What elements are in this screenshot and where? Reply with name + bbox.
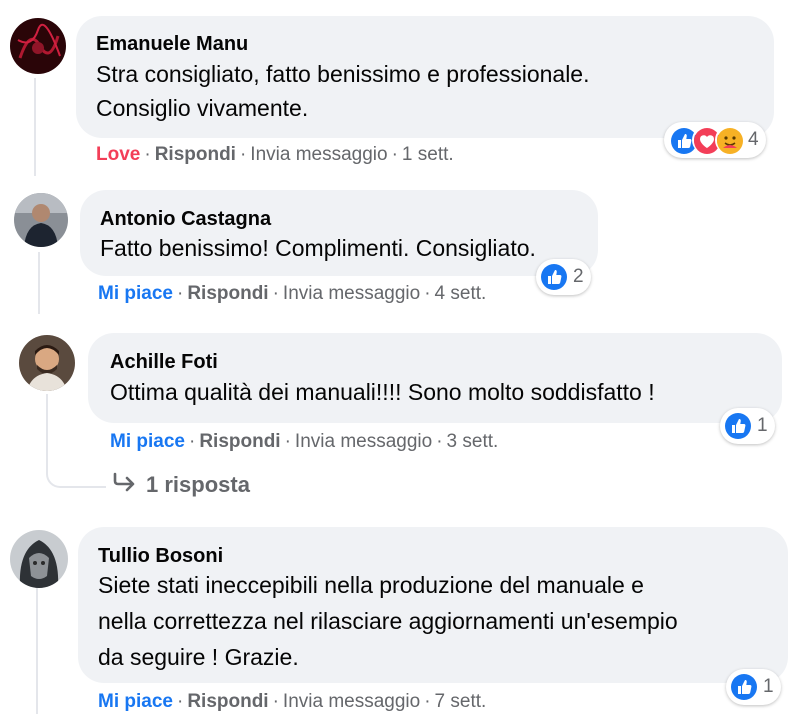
separator: · — [436, 431, 443, 452]
separator: · — [424, 283, 431, 304]
avatar[interactable] — [10, 530, 68, 588]
separator: · — [284, 431, 291, 452]
separator: · — [144, 144, 151, 165]
comment-actions: Mi piace · Rispondi · Invia messaggio · 3 sett… — [110, 431, 498, 453]
reaction-summary[interactable]: 4 — [664, 122, 766, 158]
comment-text-line: Siete stati ineccepibili nella produzion… — [98, 572, 644, 598]
comment-text-line: nella correttezza nel rilasciare aggiorn… — [98, 608, 678, 634]
comment-text-line: Stra consigliato, fatto benissimo e prof… — [96, 61, 590, 87]
reply-thread-connector — [46, 440, 106, 488]
avatar[interactable] — [14, 193, 68, 247]
reaction-summary[interactable]: 1 — [720, 408, 775, 444]
send-message-link[interactable]: Invia messaggio — [250, 144, 387, 165]
comment-author[interactable]: Tullio Bosoni — [98, 545, 223, 568]
comment-author[interactable]: Antonio Castagna — [100, 208, 271, 231]
reaction-count: 2 — [573, 266, 584, 287]
like-reaction-icon — [541, 264, 567, 290]
replies-count-label: 1 risposta — [146, 472, 250, 497]
comment-author[interactable]: Emanuele Manu — [96, 33, 248, 56]
thread-line — [34, 78, 36, 176]
separator: · — [272, 691, 279, 712]
comment-actions: Mi piace · Rispondi · Invia messaggio · 7 sett… — [98, 691, 486, 713]
thread-line — [36, 588, 38, 714]
send-message-link[interactable]: Invia messaggio — [295, 431, 432, 452]
comment-timestamp[interactable]: 1 sett. — [402, 144, 454, 165]
like-reaction-icon — [725, 413, 751, 439]
separator: · — [391, 144, 398, 165]
comment-timestamp[interactable]: 7 sett. — [435, 691, 487, 712]
comment-text-line: Ottima qualità dei manuali!!!! Sono molt… — [110, 379, 655, 405]
comment-timestamp[interactable]: 4 sett. — [435, 283, 487, 304]
comment-actions: Love · Rispondi · Invia messaggio · 1 sett. — [96, 144, 454, 166]
view-replies-link[interactable]: 1 risposta — [112, 472, 250, 498]
separator: · — [188, 431, 196, 452]
reaction-count: 1 — [763, 676, 774, 697]
comment-text-line: Fatto benissimo! Complimenti. Consigliat… — [100, 235, 536, 261]
separator: · — [239, 144, 247, 165]
avatar[interactable] — [10, 18, 66, 74]
reply-button[interactable]: Rispondi — [187, 691, 268, 712]
like-button[interactable]: Mi piace — [98, 691, 173, 712]
comment-actions: Mi piace · Rispondi · Invia messaggio · 4 sett… — [98, 283, 486, 305]
like-button[interactable]: Mi piace — [110, 431, 185, 452]
separator: · — [272, 283, 279, 304]
reaction-summary[interactable]: 2 — [536, 259, 591, 295]
send-message-link[interactable]: Invia messaggio — [283, 283, 420, 304]
love-button[interactable]: Love — [96, 144, 140, 165]
comment-author[interactable]: Achille Foti — [110, 351, 218, 374]
reaction-count: 4 — [748, 129, 759, 150]
send-message-link[interactable]: Invia messaggio — [283, 691, 420, 712]
care-reaction-icon — [715, 126, 743, 154]
reply-arrow-icon — [112, 472, 136, 498]
comment-timestamp[interactable]: 3 sett. — [447, 431, 499, 452]
reply-button[interactable]: Rispondi — [199, 431, 280, 452]
thread-line — [38, 252, 40, 314]
separator: · — [424, 691, 431, 712]
like-reaction-icon — [731, 674, 757, 700]
reaction-summary[interactable]: 1 — [726, 669, 781, 705]
avatar[interactable] — [19, 335, 75, 391]
separator: · — [176, 691, 184, 712]
reaction-count: 1 — [757, 415, 768, 436]
reply-button[interactable]: Rispondi — [155, 144, 236, 165]
comment-text-line: da seguire ! Grazie. — [98, 644, 299, 670]
comment-text-line: Consiglio vivamente. — [96, 95, 309, 121]
reply-button[interactable]: Rispondi — [187, 283, 268, 304]
separator: · — [176, 283, 184, 304]
like-button[interactable]: Mi piace — [98, 283, 173, 304]
